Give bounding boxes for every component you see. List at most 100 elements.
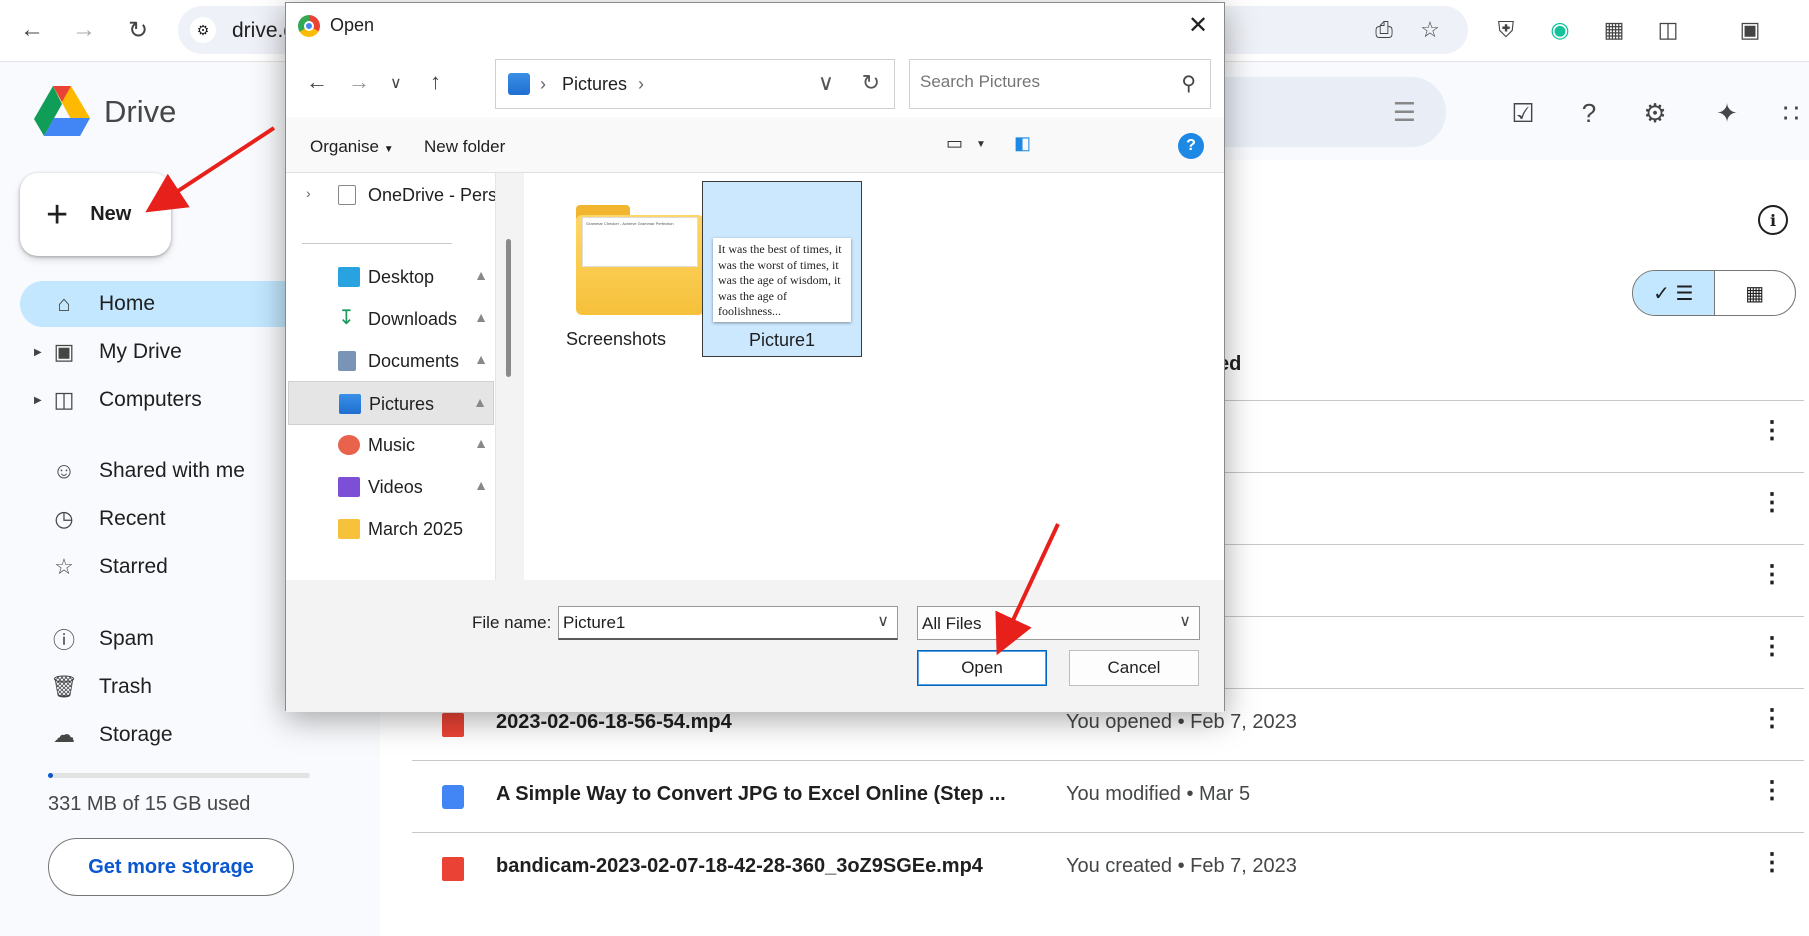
recent-locations-chevron-icon[interactable]: ∨	[390, 73, 402, 93]
expand-chevron-icon[interactable]: ›	[306, 185, 311, 201]
tree-item-pictures[interactable]: Pictures ▲	[288, 381, 494, 425]
tree-item-desktop[interactable]: Desktop ▲	[288, 255, 494, 299]
dialog-address-bar[interactable]: › Pictures › ∨ ↻	[495, 59, 895, 109]
my-drive-icon: ▣	[53, 339, 75, 364]
sidebar-item-my-drive[interactable]: ▶ ▣ My Drive	[20, 329, 320, 375]
screenshot-extension-icon[interactable]: ▦	[1598, 14, 1630, 46]
view-dropdown-caret-icon[interactable]: ▼	[976, 139, 986, 150]
help-icon[interactable]: ?	[1572, 96, 1606, 130]
file-name-input[interactable]	[563, 613, 853, 633]
tree-scrollbar[interactable]	[506, 239, 511, 377]
view-toggle[interactable]: ✓ ☰ ▦	[1632, 270, 1796, 316]
sidebar-item-storage[interactable]: ☁ Storage	[20, 712, 320, 758]
tree-item-videos[interactable]: Videos ▲	[288, 465, 494, 509]
sidebar-item-computers[interactable]: ▶ ◫ Computers	[20, 377, 320, 423]
file-tile-label: Screenshots	[565, 329, 667, 349]
expand-caret-icon[interactable]: ▶	[34, 347, 42, 358]
more-actions-icon[interactable]: ⋮	[1760, 563, 1784, 587]
sidebar-item-recent[interactable]: ◷ Recent	[20, 496, 320, 542]
plus-icon: +	[46, 193, 69, 236]
pictures-folder-icon	[508, 73, 530, 95]
storage-usage-text: 331 MB of 15 GB used	[48, 793, 251, 815]
shield-extension-icon[interactable]: ⛨	[1490, 14, 1522, 46]
tree-item-march-2025[interactable]: March 2025	[288, 507, 494, 551]
pin-icon: ▲	[474, 267, 488, 283]
more-actions-icon[interactable]: ⋮	[1760, 707, 1784, 731]
home-icon: ⌂	[57, 291, 71, 316]
tree-item-downloads[interactable]: ↧ Downloads ▲	[288, 297, 494, 341]
settings-gear-icon[interactable]: ⚙	[1638, 96, 1672, 130]
open-button[interactable]: Open	[917, 650, 1047, 686]
forward-icon[interactable]: →	[66, 12, 102, 48]
sidebar-item-spam[interactable]: ⓘ Spam	[20, 616, 320, 662]
tree-item-music[interactable]: Music ▲	[288, 423, 494, 467]
downloads-icon: ↧	[338, 307, 355, 329]
install-app-icon[interactable]: ⎙	[1368, 14, 1400, 46]
bookmark-star-icon[interactable]: ☆	[1414, 14, 1446, 46]
up-arrow-icon[interactable]: ↑	[430, 69, 441, 95]
sidebar-item-label: Computers	[99, 388, 202, 411]
more-actions-icon[interactable]: ⋮	[1760, 851, 1784, 875]
new-folder-button[interactable]: New folder	[424, 137, 505, 157]
breadcrumb-pictures[interactable]: Pictures	[562, 74, 627, 95]
dialog-search-input[interactable]	[920, 72, 1160, 92]
pin-icon: ▲	[474, 351, 488, 367]
breadcrumb-separator-icon[interactable]: ›	[638, 74, 644, 95]
chevron-down-icon[interactable]: ∨	[877, 611, 889, 631]
get-more-storage-button[interactable]: Get more storage	[48, 838, 294, 896]
tree-divider	[302, 243, 452, 244]
back-arrow-icon[interactable]: ←	[306, 69, 328, 95]
file-name-combobox[interactable]: ∨	[558, 606, 898, 640]
cancel-button[interactable]: Cancel	[1069, 650, 1199, 686]
sidebar-item-trash[interactable]: 🗑 Trash	[20, 664, 320, 710]
onedrive-file-icon	[338, 185, 356, 205]
sidebar-item-shared[interactable]: ☺ Shared with me	[20, 448, 320, 494]
view-mode-icon[interactable]: ▭	[946, 133, 963, 154]
file-tile-picture1[interactable]: It was the best of times, it was the wor…	[702, 181, 862, 357]
drive-logo-icon	[34, 86, 90, 136]
tree-item-label: Pictures	[369, 394, 435, 414]
back-icon[interactable]: ←	[14, 12, 50, 48]
search-options-icon[interactable]: ☰	[1393, 97, 1416, 128]
table-row[interactable]: bandicam-2023-02-07-18-42-28-360_3oZ9SGE…	[412, 832, 1804, 904]
tree-item-documents[interactable]: Documents ▲	[288, 339, 494, 383]
file-type-value: All Files	[922, 614, 982, 633]
tab-search-icon[interactable]: ▣	[1734, 14, 1766, 46]
sidebar-item-label: Recent	[99, 507, 166, 530]
sidebar-item-home[interactable]: ⌂ Home	[20, 281, 320, 327]
tree-item-onedrive[interactable]: › OneDrive - Perso	[288, 173, 496, 217]
address-dropdown-icon[interactable]: ∨	[818, 70, 834, 96]
new-button-label: New	[90, 203, 132, 225]
file-tile-screenshots[interactable]: Grammar Checker - Achieve Grammar Perfec…	[536, 181, 704, 357]
sidebar-item-label: Storage	[99, 723, 173, 746]
sidebar-item-starred[interactable]: ☆ Starred	[20, 544, 320, 590]
site-info-icon[interactable]: ⚙	[190, 17, 216, 43]
more-actions-icon[interactable]: ⋮	[1760, 779, 1784, 803]
preview-pane-icon[interactable]: ◧	[1014, 133, 1031, 154]
more-actions-icon[interactable]: ⋮	[1760, 419, 1784, 443]
grid-view-icon[interactable]: ▦	[1715, 271, 1796, 315]
gemini-sparkle-icon[interactable]: ✦	[1710, 96, 1744, 130]
star-icon: ☆	[54, 554, 74, 579]
apps-grid-icon[interactable]: ∷	[1774, 96, 1808, 130]
file-type-select[interactable]: All Files ∨	[917, 606, 1200, 640]
more-actions-icon[interactable]: ⋮	[1760, 491, 1784, 515]
refresh-icon[interactable]: ↻	[862, 70, 880, 96]
extensions-puzzle-icon[interactable]: ◫	[1652, 14, 1684, 46]
tree-item-label: OneDrive - Perso	[368, 185, 496, 205]
close-icon[interactable]: ✕	[1182, 9, 1214, 41]
pictures-icon	[339, 394, 361, 414]
list-view-icon[interactable]: ✓ ☰	[1633, 271, 1715, 315]
help-icon[interactable]: ?	[1178, 133, 1204, 159]
grammarly-icon[interactable]: ◉	[1544, 14, 1576, 46]
more-actions-icon[interactable]: ⋮	[1760, 635, 1784, 659]
table-row[interactable]: A Simple Way to Convert JPG to Excel Onl…	[412, 760, 1804, 832]
expand-caret-icon[interactable]: ▶	[34, 395, 42, 406]
new-button[interactable]: + New	[20, 173, 171, 256]
forward-arrow-icon[interactable]: →	[348, 69, 370, 95]
offline-ready-icon[interactable]: ☑	[1506, 96, 1540, 130]
info-icon[interactable]: i	[1758, 205, 1788, 235]
organise-menu[interactable]: Organise ▼	[310, 137, 394, 157]
reload-icon[interactable]: ↻	[120, 12, 156, 48]
dialog-search-box[interactable]: ⚲	[909, 59, 1211, 109]
